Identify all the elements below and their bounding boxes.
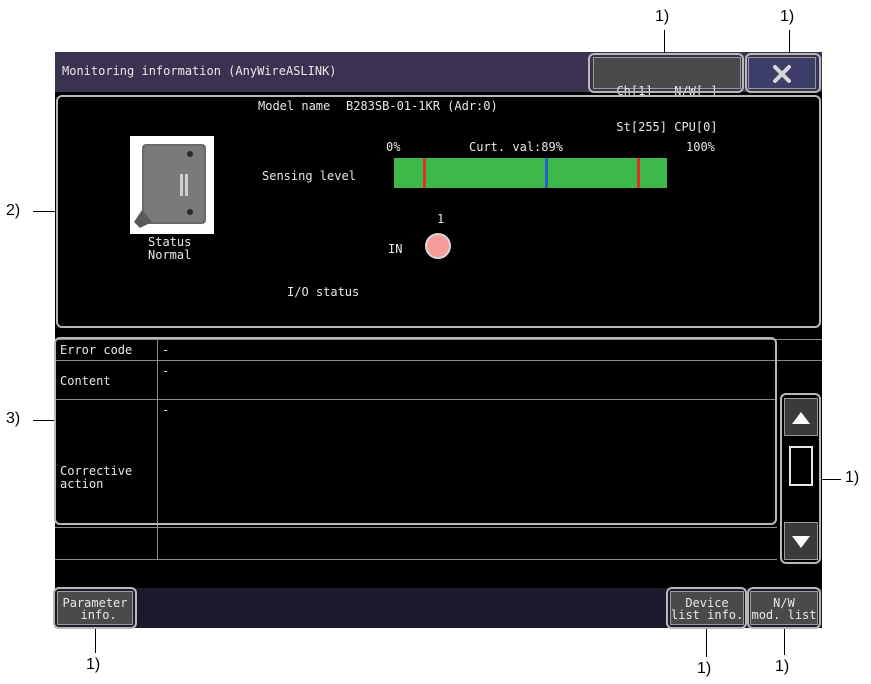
callout-1-header: 1) <box>655 8 670 25</box>
callout-1-device-list: 1) <box>697 660 712 677</box>
leader-1-close <box>789 30 790 53</box>
error-code-label: Error code <box>60 343 133 357</box>
callout-1-scrollbar: 1) <box>845 469 860 486</box>
callout-frame-nw-module <box>747 587 821 629</box>
io-channel-number: 1 <box>437 212 445 226</box>
corrective-action-value: - <box>162 403 170 417</box>
scroll-up-icon <box>792 412 810 424</box>
callout-1-parameter: 1) <box>86 656 101 673</box>
content-label: Content <box>60 374 111 388</box>
callout-frame-parameter <box>53 587 137 629</box>
io-direction-label: IN <box>388 242 403 256</box>
callout-1-close: 1) <box>780 8 795 25</box>
window-title: Monitoring information (AnyWireASLINK) <box>62 64 337 78</box>
row-rule-4 <box>55 559 777 560</box>
callout-1-nw-module: 1) <box>775 658 790 675</box>
leader-1-header <box>664 30 665 53</box>
sensing-current-label: Curt. val:89% <box>469 140 563 154</box>
callout-frame-close <box>745 53 821 93</box>
status-label: Status <box>148 235 192 249</box>
leader-1-parameter <box>95 629 96 653</box>
scroll-down-button[interactable] <box>784 522 818 560</box>
sensing-max-label: 100% <box>686 140 715 154</box>
io-status-lamp <box>425 233 451 259</box>
threshold-high-marker <box>637 158 640 188</box>
callout-2-panel: 2) <box>6 202 21 219</box>
leader-2-panel <box>33 211 55 212</box>
sensor-device-icon <box>130 136 214 234</box>
status-value: Normal <box>148 248 192 262</box>
sensing-min-label: 0% <box>386 140 401 154</box>
model-name-label: Model name <box>258 99 331 113</box>
content-value: - <box>162 364 170 378</box>
scroll-thumb[interactable] <box>789 446 813 486</box>
leader-1-scrollbar <box>821 479 841 480</box>
leader-3-table <box>33 420 54 421</box>
row-rule-3 <box>55 527 777 528</box>
error-code-value: - <box>162 343 170 357</box>
sensing-level-bar <box>394 158 667 188</box>
io-status-label: I/O status <box>287 285 360 299</box>
corrective-action-label: Corrective action <box>60 464 133 491</box>
callout-frame-header-info <box>588 53 744 93</box>
callout-3-table: 3) <box>6 410 21 427</box>
threshold-low-marker <box>423 158 426 188</box>
sensing-level-label: Sensing level <box>262 169 356 183</box>
leader-1-nw-module <box>784 629 785 655</box>
scroll-up-button[interactable] <box>784 398 818 436</box>
model-name-value: B283SB-01-1KR (Adr:0) <box>346 99 498 113</box>
leader-1-device-list <box>706 629 707 657</box>
callout-frame-device-list <box>666 587 747 629</box>
scroll-down-icon <box>792 536 810 548</box>
current-value-marker <box>545 158 548 188</box>
